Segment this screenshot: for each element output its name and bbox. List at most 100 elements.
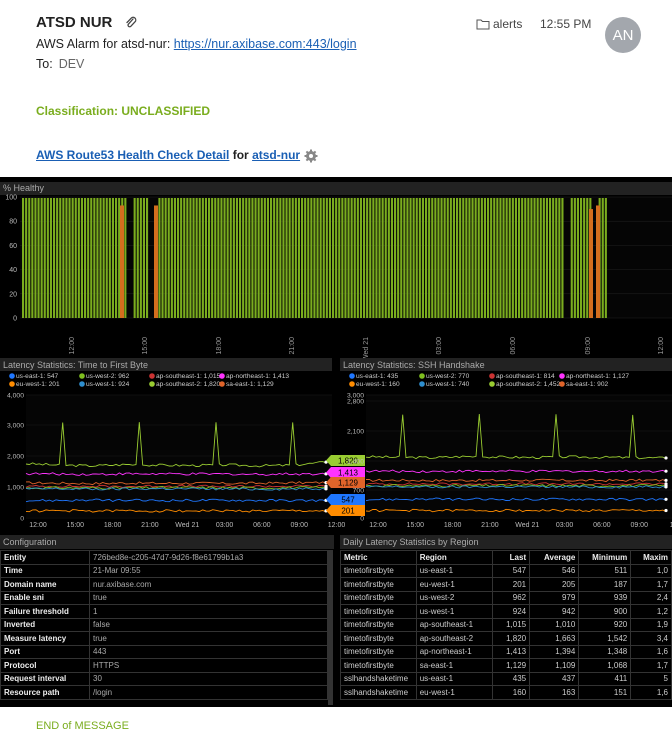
daily-row: sslhandshaketime eu-west-1 160 163 151 1,6 xyxy=(340,685,672,700)
healthy-bar xyxy=(294,198,297,318)
healthy-bar xyxy=(465,198,468,318)
healthy-bar xyxy=(524,198,527,318)
healthy-bar xyxy=(471,198,474,318)
paperclip-icon[interactable] xyxy=(124,16,138,30)
health-check-detail-link[interactable]: AWS Route53 Health Check Detail xyxy=(36,148,229,162)
healthy-bar xyxy=(158,198,161,318)
healthy-bar xyxy=(46,198,49,318)
ssh-legend-label: eu-west-1: 160 xyxy=(356,381,400,388)
healthy-bar xyxy=(400,198,403,318)
ssh-last-point xyxy=(664,508,668,513)
daily-title-bar: Daily Latency Statistics by Region xyxy=(340,535,672,549)
healthy-bar xyxy=(555,198,558,318)
end-of-message: END of MESSAGE xyxy=(36,720,129,732)
ssh-xtick: 12:00 xyxy=(369,522,387,529)
healthy-bar xyxy=(173,198,176,318)
daily-cell: 187 xyxy=(578,577,632,592)
daily-title: Daily Latency Statistics by Region xyxy=(343,537,479,547)
healthy-bar xyxy=(487,198,490,318)
entity-link[interactable]: atsd-nur xyxy=(252,148,300,162)
daily-column-header[interactable]: Metric xyxy=(340,550,417,565)
ssh-last-point xyxy=(664,485,668,489)
config-row: Time 21-Mar 09:55 xyxy=(0,563,328,578)
config-title: Configuration xyxy=(3,537,57,547)
healthy-bar xyxy=(375,198,378,318)
daily-cell: 942 xyxy=(529,604,580,619)
healthy-bar xyxy=(521,198,524,318)
config-key: Inverted xyxy=(0,617,90,632)
daily-column-header[interactable]: Minimum xyxy=(578,550,632,565)
ssh-ytick: 0 xyxy=(360,516,364,523)
healthy-bar xyxy=(394,198,397,318)
daily-cell: 2,4 xyxy=(630,590,672,605)
healthy-bar xyxy=(536,198,539,318)
daily-column-header[interactable]: Maxim xyxy=(630,550,672,565)
daily-column-header[interactable]: Last xyxy=(491,550,531,565)
healthy-ytick: 40 xyxy=(9,267,17,274)
ssh-legend-swatch xyxy=(559,381,565,387)
subject-link[interactable]: https://nur.axibase.com:443/login xyxy=(174,37,357,51)
ttfb-ytick: 0 xyxy=(20,516,24,523)
daily-column-header[interactable]: Average xyxy=(529,550,580,565)
daily-cell: 511 xyxy=(578,563,632,578)
healthy-bar xyxy=(496,198,499,318)
healthy-bar xyxy=(164,198,167,318)
healthy-bar xyxy=(446,198,449,318)
config-row: Measure latency true xyxy=(0,631,328,646)
healthy-xtick: 09:00 xyxy=(585,337,592,355)
healthy-bar xyxy=(403,198,406,318)
healthy-bar xyxy=(235,198,238,318)
healthy-bar xyxy=(490,198,493,318)
avatar: AN xyxy=(605,17,641,53)
healthy-bar xyxy=(363,198,366,318)
config-scrollbar[interactable] xyxy=(328,550,333,705)
healthy-ytick: 0 xyxy=(13,316,17,323)
ttfb-xtick: 12:00 xyxy=(328,522,346,529)
daily-column-header[interactable]: Region xyxy=(415,550,493,565)
healthy-bar xyxy=(254,198,257,318)
daily-cell: 546 xyxy=(529,563,580,578)
daily-cell: 1,820 xyxy=(491,631,531,646)
config-value: 21-Mar 09:55 xyxy=(89,563,328,578)
healthy-bar xyxy=(217,198,220,318)
ssh-legend-label: ap-southeast-1: 814 xyxy=(496,373,555,380)
ttfb-xtick: 18:00 xyxy=(104,522,122,529)
healthy-bar xyxy=(483,198,486,318)
healthy-bar xyxy=(180,198,183,318)
healthy-bar xyxy=(251,198,254,318)
ttfb-legend-label: us-west-1: 924 xyxy=(86,381,130,388)
config-row: Inverted false xyxy=(0,617,328,632)
healthy-bar xyxy=(270,198,273,318)
config-row: Protocol HTTPS xyxy=(0,658,328,673)
ssh-xtick: 18:00 xyxy=(444,522,462,529)
healthy-bar xyxy=(288,198,291,318)
healthy-xtick: 18:00 xyxy=(216,337,223,355)
healthy-bar xyxy=(434,198,437,318)
ttfb-xtick: 12:00 xyxy=(29,522,47,529)
daily-row: timetofirstbyte ap-southeast-1 1,015 1,010 9… xyxy=(340,617,672,632)
healthy-bar xyxy=(87,198,90,318)
healthy-bar xyxy=(304,198,307,318)
healthy-bar xyxy=(406,198,409,318)
dashboard-charts: % Healthy 0 20 40 60 80 100 12:00 15:00 18:00 21:0… xyxy=(0,182,672,529)
folder-label[interactable]: alerts xyxy=(493,17,522,31)
config-row: Enable sni true xyxy=(0,590,328,605)
daily-cell: 1,7 xyxy=(630,577,672,592)
healthy-bar xyxy=(474,198,477,318)
healthy-bar xyxy=(425,198,428,318)
config-value: 443 xyxy=(89,644,328,659)
healthy-bar xyxy=(437,198,440,318)
ssh-legend-swatch xyxy=(419,381,425,387)
healthy-title: % Healthy xyxy=(3,183,45,193)
ttfb-ytick: 3,000 xyxy=(7,423,24,430)
ttfb-legend-label: us-east-1: 547 xyxy=(16,373,58,380)
ssh-ytick: 2,100 xyxy=(347,429,364,436)
healthy-bar xyxy=(105,198,108,318)
healthy-ytick: 80 xyxy=(9,219,17,226)
gear-icon[interactable] xyxy=(304,149,318,163)
daily-row: timetofirstbyte ap-northeast-1 1,413 1,394 1… xyxy=(340,644,672,659)
ssh-legend-label: us-west-2: 770 xyxy=(426,373,470,380)
ssh-ytick: 2,800 xyxy=(347,399,364,406)
healthy-bar xyxy=(53,198,56,318)
daily-cell: 1,394 xyxy=(529,644,580,659)
